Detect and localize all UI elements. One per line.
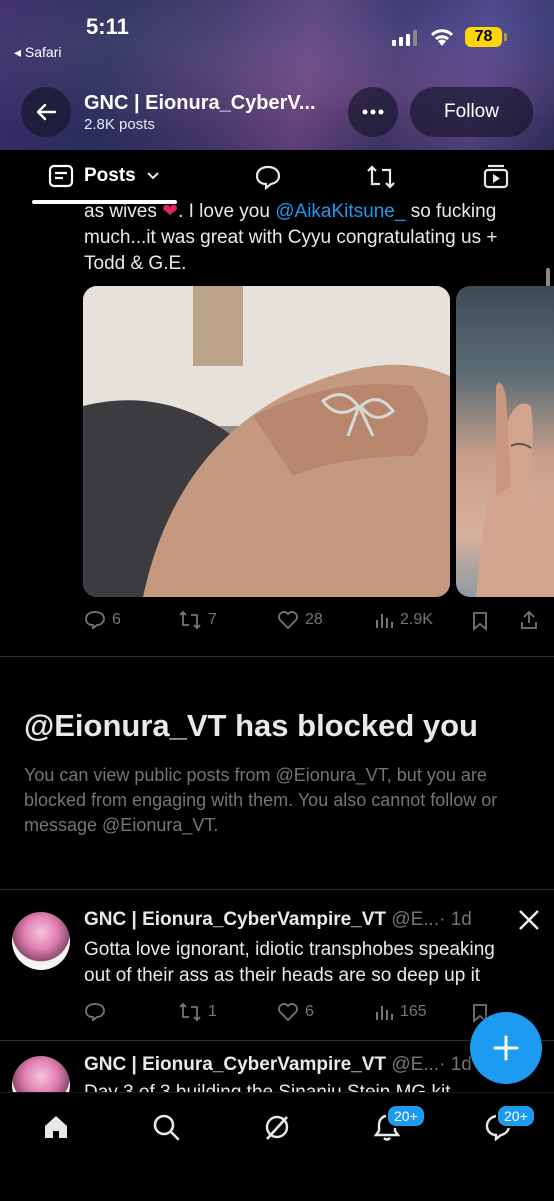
post2-author-name[interactable]: GNC | Eionura_CyberVampire_VT — [84, 909, 386, 930]
signal-icon — [392, 30, 420, 51]
nav-home[interactable] — [42, 1113, 70, 1146]
messages-badge: 20+ — [496, 1104, 536, 1128]
post-count: 2.8K posts — [84, 116, 155, 133]
wifi-icon — [428, 26, 456, 53]
arrow-left-icon — [36, 103, 57, 121]
post1-text-line1: as wives ❤. I love you @AikaKitsune_ so … — [84, 199, 496, 225]
x-logo-icon — [518, 909, 540, 936]
views-button[interactable]: 165 — [374, 1002, 427, 1022]
blocked-title: @Eionura_VT has blocked you — [24, 708, 478, 743]
chevron-down-icon[interactable] — [146, 171, 160, 181]
blocked-description: You can view public posts from @Eionura_… — [24, 765, 498, 835]
repost-button[interactable]: 1 — [178, 1002, 217, 1022]
share-button[interactable] — [519, 610, 539, 635]
account-name: GNC | Eionura_CyberV... — [84, 92, 316, 114]
divider — [0, 889, 554, 890]
bookmark-icon — [473, 612, 487, 631]
post1-text-a: as wives — [84, 201, 163, 222]
notifications-badge: 20+ — [386, 1104, 426, 1128]
reply-button[interactable] — [84, 1002, 112, 1022]
post2-header: GNC | Eionura_CyberVampire_VT @E...· 1d — [84, 909, 472, 931]
repost-button[interactable]: 7 — [178, 610, 217, 630]
post1-text-line3: Todd & G.E. — [84, 253, 187, 274]
mention-link[interactable]: @AikaKitsune_ — [275, 201, 405, 222]
post1-text-c: so fucking — [405, 201, 497, 222]
post1-text-b: . I love you — [178, 201, 276, 222]
repost-icon — [179, 610, 201, 630]
heart-emoji-icon: ❤ — [162, 201, 179, 222]
plus-icon — [493, 1035, 519, 1061]
tab-media[interactable] — [482, 164, 510, 195]
back-button[interactable] — [21, 87, 71, 137]
repost-icon — [367, 165, 395, 189]
bookmark-button[interactable] — [471, 611, 489, 636]
nav-search[interactable] — [152, 1113, 180, 1146]
follow-button[interactable]: Follow — [410, 87, 533, 137]
tab-reposts[interactable] — [366, 164, 396, 195]
post2-text-line1: Gotta love ignorant, idiotic transphobes… — [84, 939, 495, 960]
post2-time: · 1d — [439, 909, 472, 930]
more-options-button[interactable] — [348, 87, 398, 137]
views-chart-icon — [376, 1006, 393, 1020]
battery-indicator: 78 — [465, 27, 502, 47]
post3-author-name[interactable]: GNC | Eionura_CyberVampire_VT — [84, 1054, 386, 1075]
divider — [0, 656, 554, 657]
reply-count: 6 — [112, 611, 121, 628]
avatar[interactable] — [12, 912, 70, 970]
status-time: 5:11 — [86, 14, 129, 39]
like-count: 6 — [305, 1003, 314, 1020]
reply-icon — [85, 611, 105, 630]
nav-grok[interactable] — [263, 1113, 291, 1146]
post3-handle[interactable]: @E... — [391, 1054, 439, 1075]
tab-replies[interactable] — [254, 164, 282, 195]
share-icon — [521, 610, 537, 629]
compose-post-button[interactable] — [470, 1012, 542, 1084]
heart-icon — [278, 611, 298, 630]
post3-header: GNC | Eionura_CyberVampire_VT @E...· 1d — [84, 1054, 472, 1076]
tab-posts[interactable]: Posts — [48, 164, 160, 188]
posts-icon — [48, 164, 74, 188]
like-button[interactable]: 28 — [277, 610, 323, 630]
reply-icon — [85, 1003, 105, 1022]
tab-posts-label: Posts — [84, 165, 136, 186]
view-count: 165 — [400, 1003, 427, 1020]
views-chart-icon — [376, 614, 393, 628]
views-button[interactable]: 2.9K — [374, 610, 433, 630]
grok-icon — [265, 1115, 289, 1140]
post1-text-line2: much...it was great with Cyyu congratula… — [84, 227, 498, 248]
post2-text-line2: out of their ass as their heads are so d… — [84, 965, 481, 986]
media-video-icon — [483, 164, 509, 189]
more-dots-icon — [362, 109, 384, 115]
like-button[interactable]: 6 — [277, 1002, 314, 1022]
post1-image-second[interactable] — [456, 286, 554, 597]
back-to-safari-link[interactable]: ◂ Safari — [14, 44, 62, 61]
reply-button[interactable]: 6 — [84, 610, 121, 630]
home-icon — [45, 1116, 67, 1138]
post3-time: · 1d — [439, 1054, 472, 1075]
repost-icon — [179, 1002, 201, 1022]
battery-tip — [504, 33, 507, 41]
repost-count: 7 — [208, 611, 217, 628]
repost-count: 1 — [208, 1003, 217, 1020]
heart-icon — [278, 1003, 298, 1022]
like-count: 28 — [305, 611, 323, 628]
bottom-navigation: 20+ 20+ — [0, 1092, 554, 1201]
profile-tabbar: Posts — [0, 150, 554, 205]
post2-handle[interactable]: @E... — [391, 909, 439, 930]
reply-bubble-icon — [255, 165, 281, 191]
post1-image-hand-ring[interactable] — [83, 286, 450, 597]
view-count: 2.9K — [400, 611, 433, 628]
search-icon — [153, 1114, 180, 1141]
